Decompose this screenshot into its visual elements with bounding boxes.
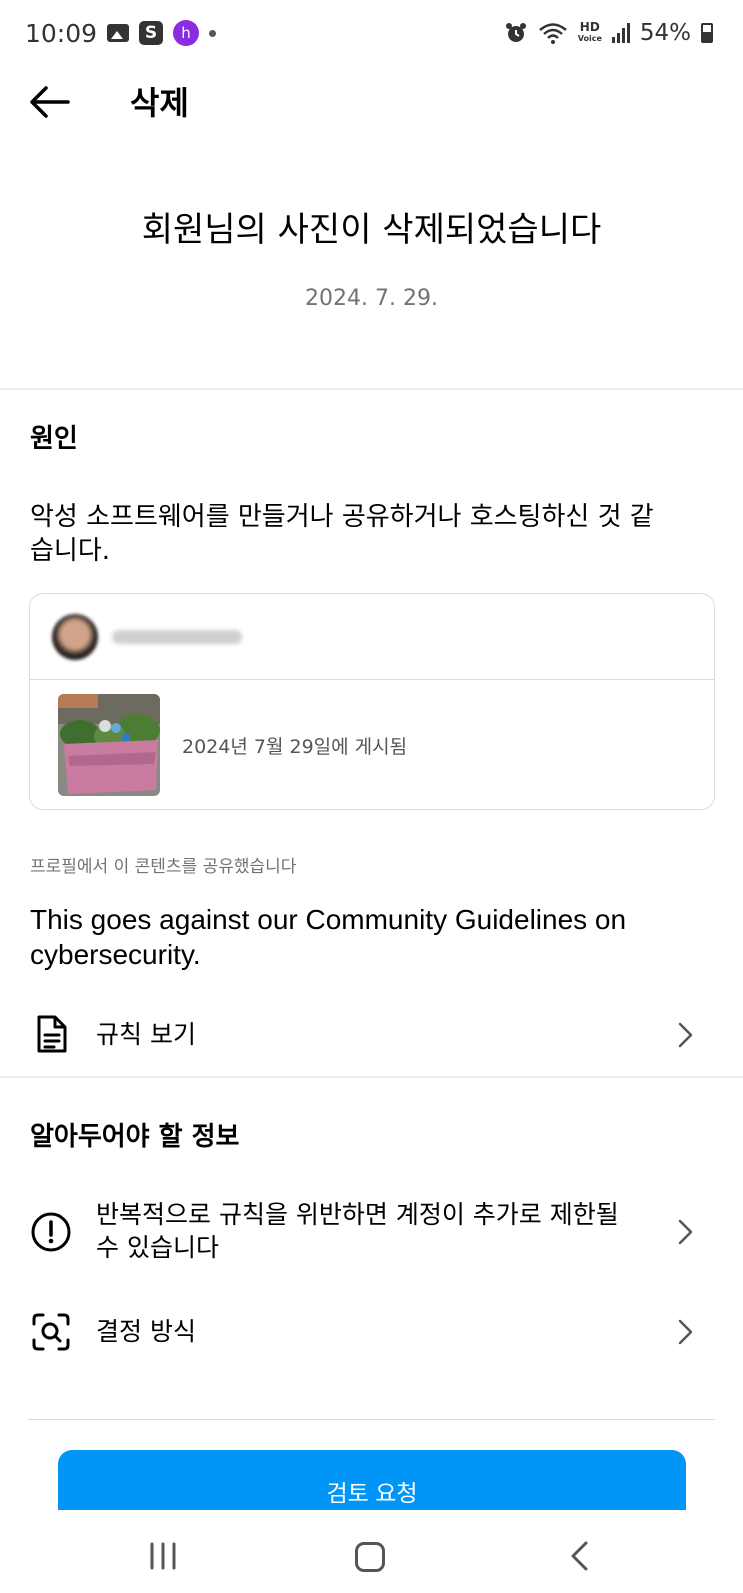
wifi-icon: [538, 23, 567, 44]
guideline-text: This goes against our Community Guidelin…: [30, 904, 627, 970]
search-scan-icon: [32, 1313, 70, 1351]
s-app-icon: S: [139, 21, 164, 45]
post-author-row: [30, 594, 714, 680]
posted-date: 2024년 7월 29일에 게시됨: [182, 735, 408, 758]
post-row: 2024년 7월 29일에 게시됨: [30, 680, 714, 810]
battery-level: 54%: [639, 20, 691, 46]
info-item-repeated-violations[interactable]: 반복적으로 규칙을 위반하면 계정이 추가로 제한될 수 있습니다: [0, 1196, 743, 1268]
chevron-right-icon: [678, 1219, 693, 1245]
alert-circle-icon: [31, 1212, 71, 1252]
footer-divider: [28, 1419, 715, 1420]
header: 삭제: [0, 72, 743, 132]
alarm-icon: [505, 23, 526, 42]
section-divider: [0, 388, 743, 390]
status-bar-right: HD Voice 54%: [504, 20, 713, 46]
hd-label: HD: [579, 20, 600, 34]
battery-icon: [701, 23, 713, 43]
section-divider: [0, 1076, 743, 1078]
reason-text: 악성 소프트웨어를 만들거나 공유하거나 호스팅하신 것 같습니다.: [30, 502, 654, 566]
username-blurred: [112, 629, 242, 644]
info-item-label: 결정 방식: [96, 1317, 196, 1346]
h-app-icon: h: [173, 20, 200, 46]
recent-apps-icon[interactable]: [148, 1542, 178, 1570]
back-arrow-icon[interactable]: [28, 82, 72, 122]
chevron-right-icon: [678, 1319, 693, 1345]
voice-label: Voice: [577, 34, 602, 43]
deletion-date: 2024. 7. 29.: [305, 286, 438, 311]
deletion-title: 회원님의 사진이 삭제되었습니다: [141, 210, 602, 250]
hd-voice-icon: HD Voice: [577, 20, 602, 44]
chevron-right-icon: [678, 1022, 693, 1048]
gallery-icon: [107, 24, 130, 42]
review-request-button[interactable]: 검토 요청: [58, 1450, 686, 1510]
shared-from-profile-note: 프로필에서 이 콘텐츠를 공유했습니다: [30, 857, 297, 877]
view-rules-label: 규칙 보기: [96, 1020, 196, 1049]
home-icon[interactable]: [355, 1542, 385, 1572]
info-item-decision-method[interactable]: 결정 방식: [0, 1304, 743, 1360]
info-item-label: 반복적으로 규칙을 위반하면 계정이 추가로 제한될 수 있습니다: [96, 1200, 619, 1262]
info-heading: 알아두어야 할 정보: [30, 1122, 240, 1152]
post-card[interactable]: 2024년 7월 29일에 게시됨: [29, 593, 715, 810]
back-icon[interactable]: [568, 1540, 590, 1572]
avatar: [52, 613, 98, 660]
reason-heading: 원인: [30, 424, 78, 454]
notification-dot-icon: [209, 29, 217, 37]
post-thumbnail-image: [58, 694, 160, 796]
status-time: 10:09: [25, 18, 98, 48]
signal-icon: [611, 23, 630, 43]
status-bar: 10:09 S h HD Voice 54%: [0, 0, 743, 66]
page-title: 삭제: [130, 84, 189, 122]
view-rules-row[interactable]: 규칙 보기: [0, 1007, 743, 1063]
system-nav-bar: [0, 1510, 743, 1593]
document-icon: [37, 1015, 67, 1053]
status-bar-left: 10:09 S h: [25, 18, 217, 48]
